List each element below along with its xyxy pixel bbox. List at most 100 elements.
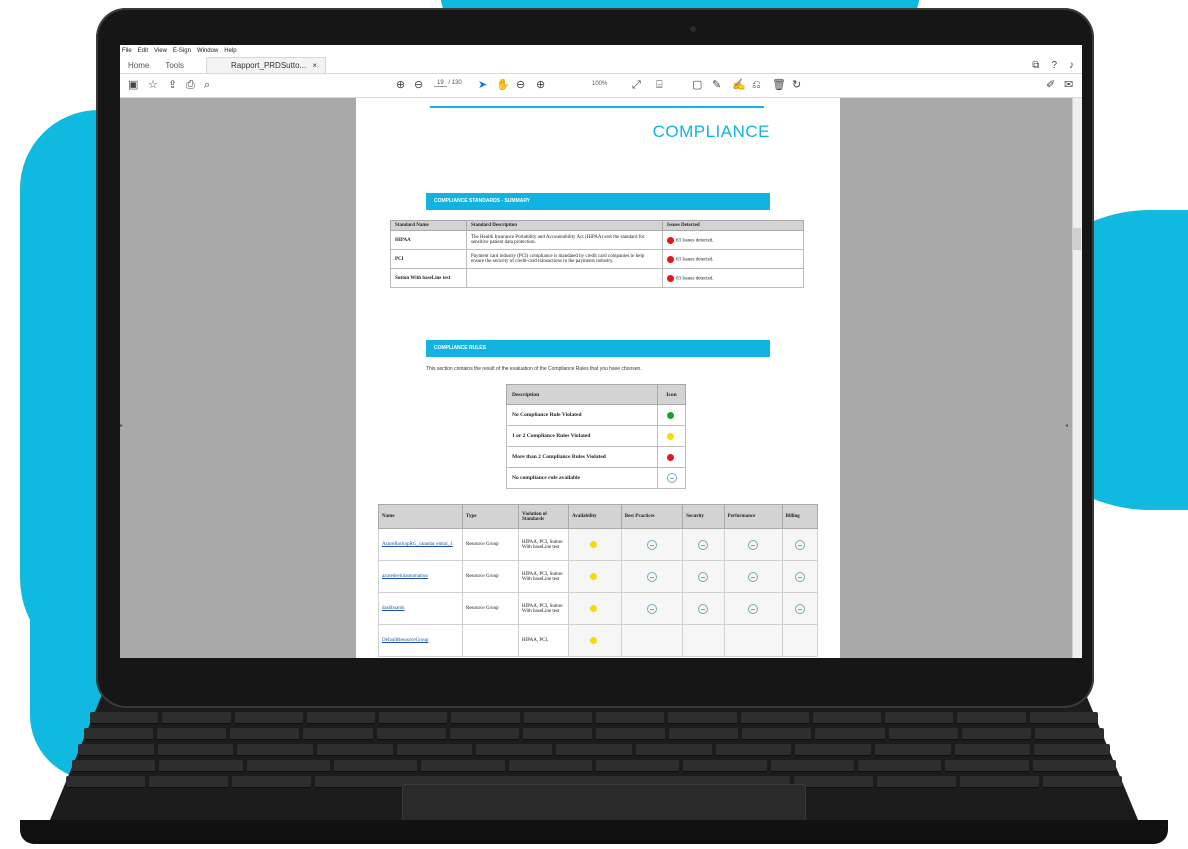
delete-icon[interactable]: 🗑 [772,79,786,92]
issues-cell: 63 Issues detected. [662,230,804,250]
col-header: Icon [657,384,686,405]
table-header-row: Name Type Violation of Standards Availab… [378,504,819,529]
standard-name: HIPAA [390,230,467,250]
not-available-icon [647,539,658,550]
search-icon[interactable]: ⌕ [204,79,210,92]
fit-page-icon[interactable]: ⤢ [632,79,641,92]
table-header-row: Standard Name Standard Description Issue… [390,220,804,231]
tabbar-right-icons: ⧉ ? ♪ [1032,57,1074,74]
document-viewer[interactable]: ▸ ◂ COMPLIANCE COMPLIANCE STANDARDS - SU… [120,98,1082,658]
hand-tool-icon[interactable]: ✋ [496,79,510,92]
col-header: Issues Detected [662,220,804,231]
legend-row: 1 or 2 Compliance Rules Violated [506,425,686,447]
sign-icon[interactable]: ✍ [732,79,746,92]
not-available-icon [794,539,805,550]
tab-bar: Home Tools Rapport_PRDSutto... × ⧉ ? ♪ [120,57,1082,74]
menu-help[interactable]: Help [224,45,236,57]
issues-text: 63 Issues detected. [676,257,714,263]
issues-cell: 63 Issues detected. [662,249,804,269]
col-header: Type [462,504,519,529]
issues-text: 63 Issues detected. [676,238,714,244]
yellow-status-icon [590,605,598,612]
print-icon[interactable]: ⎙ [186,79,195,92]
col-header: Description [506,384,658,405]
zoom-in-icon[interactable]: ⊕ [536,79,545,92]
read-mode-icon[interactable]: ⌸ [656,79,663,92]
page-down-icon[interactable]: ⊖ [414,79,423,92]
product-scene: File Edit View E-Sign Window Help Home T… [0,0,1188,849]
left-panel-toggle-icon[interactable]: ▸ [120,422,123,429]
yellow-status-icon [590,541,598,548]
bell-icon[interactable]: ♪ [1069,57,1074,74]
zoom-select[interactable]: 100% [592,81,607,87]
table-row: azuredevkitautomation Resource Group HIP… [378,560,819,593]
not-available-icon [698,603,709,614]
not-available-icon [647,603,658,614]
fill-sign-icon[interactable]: ✐ [1046,79,1055,92]
page-current-input[interactable]: 19 [434,80,447,87]
save-icon[interactable]: ▣ [128,79,138,92]
resource-type: Resource Group [462,528,519,561]
resource-link[interactable]: dashboards [382,606,405,611]
not-available-icon [748,539,759,550]
issues-text: 63 Issues detected. [676,276,714,282]
not-available-icon [698,571,709,582]
resource-link[interactable]: AzureBackupRG_canadac entral_1 [382,542,453,547]
scrollbar-thumb[interactable] [1073,228,1081,250]
zoom-out-icon[interactable]: ⊖ [516,79,525,92]
legend-label: No Compliance Rule Violated [506,404,658,426]
green-status-icon [667,411,674,419]
tab-home[interactable]: Home [120,57,157,73]
tab-document[interactable]: Rapport_PRDSutto... × [206,57,327,73]
legend-row: No compliance rule available [506,467,686,489]
resource-link[interactable]: DefaultResourceGroup [382,638,428,643]
red-status-icon [667,255,674,263]
table-row: HIPAA The Health Insurance Portability a… [390,230,804,250]
col-header: Name [378,504,463,529]
col-header: Best Practices [620,504,684,529]
pen-icon[interactable]: ✎ [712,79,721,92]
table-row: PCI Payment card industry (PCI) complian… [390,249,804,269]
select-cursor-icon[interactable]: ➤ [478,79,487,92]
tab-tools[interactable]: Tools [157,57,192,73]
keyboard-front-edge [20,820,1168,844]
table-row: dashboards Resource Group HIPAA, PCI, Su… [378,592,819,625]
stamp-icon[interactable]: ⎌ [752,79,761,92]
page-up-icon[interactable]: ⊕ [396,79,405,92]
resource-type: Resource Group [462,592,519,625]
mail-icon[interactable]: ✉ [1064,79,1073,92]
help-icon[interactable]: ? [1051,57,1057,74]
table-header-row: Description Icon [506,384,686,405]
col-header: Standard Name [390,220,467,231]
camera-dot [690,26,696,32]
toolbar: ▣ ☆ ⇪ ⎙ ⌕ ⊕ ⊖ 19 / 130 ➤ ✋ ⊖ ⊕ 100% ⤢ ⌸ … [120,74,1082,98]
yellow-status-icon [667,432,674,440]
resource-link[interactable]: azuredevkitautomation [382,574,428,579]
table-row: DefaultResourceGroup HIPAA, PCI, [378,624,819,657]
menu-window[interactable]: Window [197,45,218,57]
red-status-icon [667,236,674,244]
menu-file[interactable]: File [122,45,132,57]
legend-row: More than 2 Compliance Rules Violated [506,446,686,468]
standard-name: PCI [390,249,467,269]
col-header: Performance [723,504,783,529]
standard-desc: Payment card industry (PCI) compliance i… [466,249,663,269]
yellow-status-icon [590,637,598,644]
standards-table: Standard Name Standard Description Issue… [390,220,804,288]
menu-edit[interactable]: Edit [138,45,148,57]
col-header: Security [682,504,725,529]
yellow-status-icon [590,573,598,580]
rotate-icon[interactable]: ↻ [792,79,801,92]
comment-icon[interactable]: ▢ [692,79,702,92]
close-tab-icon[interactable]: × [312,61,317,70]
col-header: Billing [781,504,819,529]
star-icon[interactable]: ☆ [148,79,158,92]
upload-icon[interactable]: ⇪ [168,79,177,92]
resource-type: Resource Group [462,560,519,593]
vertical-scrollbar[interactable] [1072,98,1082,658]
share-icon[interactable]: ⧉ [1032,57,1039,74]
right-panel-toggle-icon[interactable]: ◂ [1065,422,1068,429]
menu-view[interactable]: View [154,45,167,57]
menu-esign[interactable]: E-Sign [173,45,191,57]
standards-section-band: COMPLIANCE STANDARDS - SUMMARY [426,193,770,210]
